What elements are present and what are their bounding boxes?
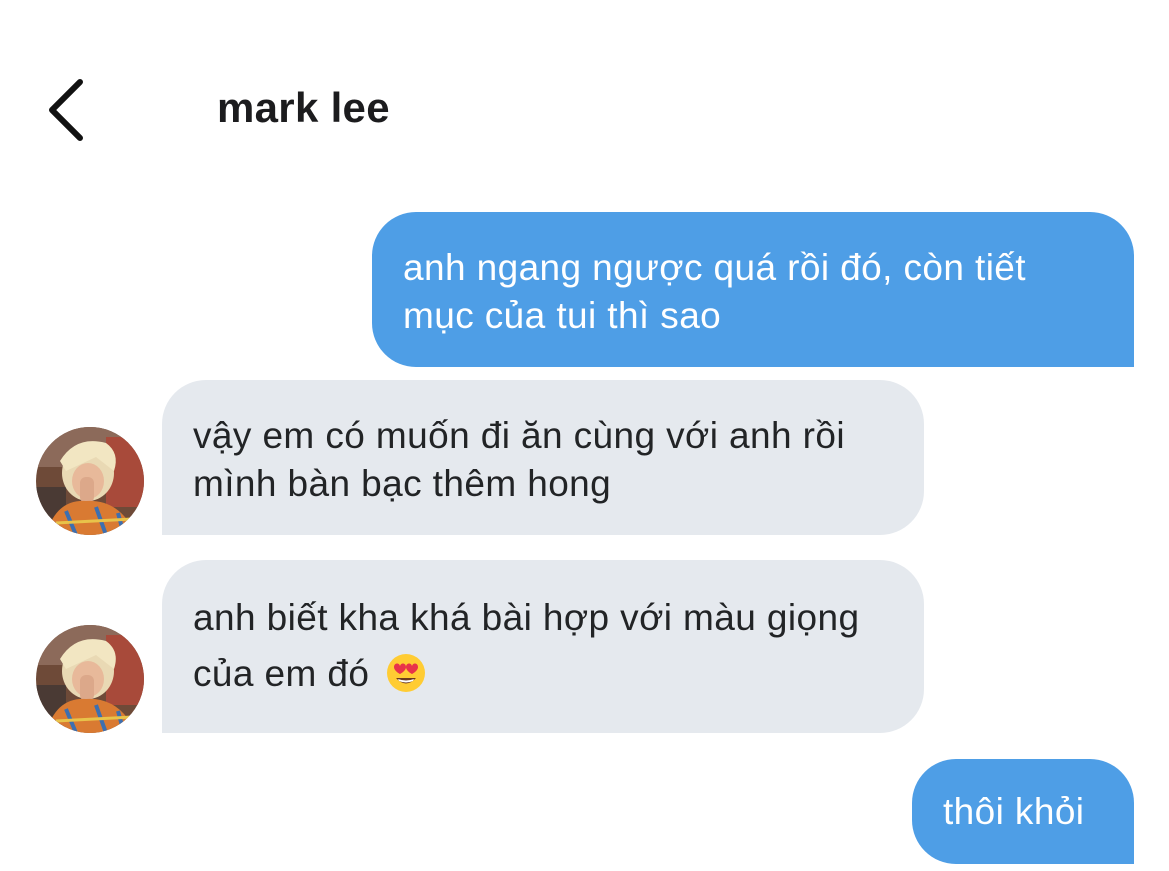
back-button[interactable]	[40, 72, 100, 148]
avatar[interactable]	[36, 625, 144, 733]
chat-title: mark lee	[217, 84, 390, 131]
heart-eyes-emoji-icon	[387, 654, 426, 692]
message-text: anh biết kha khá bài hợp với màu giọng c…	[193, 597, 860, 694]
message-bubble-received[interactable]: vậy em có muốn đi ăn cùng với anh rồi mì…	[162, 380, 924, 535]
chevron-left-icon	[49, 79, 83, 141]
message-bubble-sent[interactable]: thôi khỏi	[912, 759, 1134, 864]
message-bubble-sent[interactable]: anh ngang ngược quá rồi đó, còn tiết mục…	[372, 212, 1134, 367]
message-text: vậy em có muốn đi ăn cùng với anh rồi mì…	[193, 415, 845, 504]
message-text: anh ngang ngược quá rồi đó, còn tiết mục…	[403, 247, 1026, 336]
message-text: thôi khỏi	[943, 791, 1085, 832]
avatar[interactable]	[36, 427, 144, 535]
message-bubble-received[interactable]: anh biết kha khá bài hợp với màu giọng c…	[162, 560, 924, 733]
